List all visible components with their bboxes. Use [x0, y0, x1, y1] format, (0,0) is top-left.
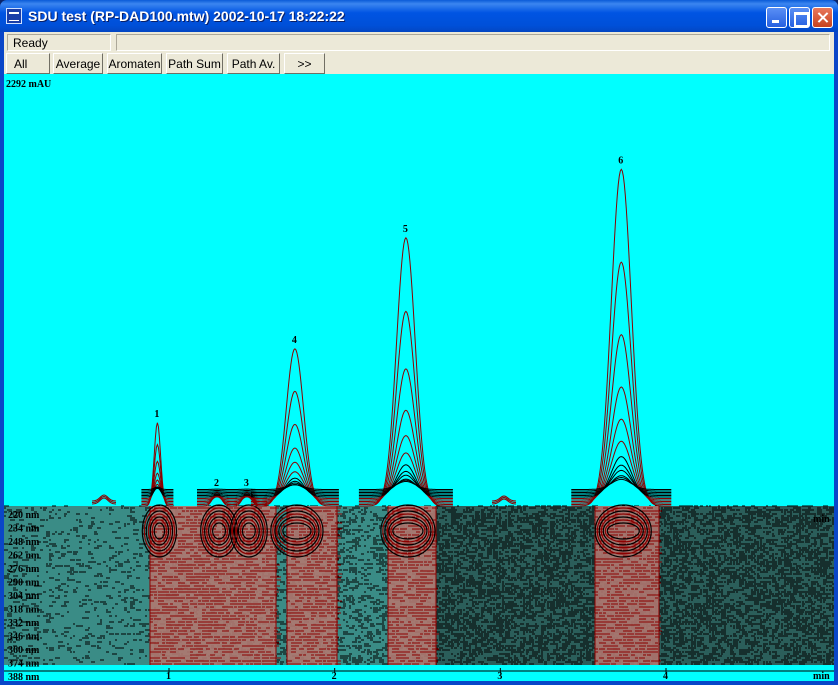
peak-trace	[226, 496, 267, 502]
peak-trace	[571, 469, 672, 495]
status-bar: Ready	[4, 32, 834, 52]
all-button[interactable]: All	[6, 53, 50, 74]
wavelength-label: 388 nm	[8, 672, 40, 681]
peak-label: 4	[292, 335, 297, 346]
more-button[interactable]: >>	[284, 53, 325, 74]
peak-trace	[358, 435, 453, 501]
path-av-button[interactable]: Path Av.	[227, 53, 280, 74]
wavelength-label: 346 nm	[8, 632, 40, 643]
wavelength-label: 374 nm	[8, 659, 40, 670]
maximize-button[interactable]	[789, 7, 810, 28]
minimize-button[interactable]	[766, 7, 787, 28]
peak-label: 6	[618, 155, 623, 166]
x-tick-label: 1	[166, 671, 171, 681]
y-max-label: 2292 mAU	[6, 79, 52, 90]
minor-bump	[491, 496, 517, 503]
status-secondary	[116, 34, 830, 51]
wavelength-label: 360 nm	[8, 645, 40, 656]
peak-trace	[571, 418, 672, 501]
peak-trace	[358, 409, 453, 502]
x-unit-label-bottom: min	[813, 671, 830, 681]
wavelength-label: 234 nm	[8, 524, 40, 535]
wavelength-label: 262 nm	[8, 551, 40, 562]
close-button[interactable]	[812, 7, 833, 28]
chromatogram-svg: 220 nm 234 nm 248 nm 262 nm 276 nm 290 nm 304 …	[4, 155, 834, 681]
app-icon	[6, 8, 22, 24]
x-tick-label: 3	[497, 671, 502, 681]
x-tick-label: 2	[332, 671, 337, 681]
wavelength-label: 318 nm	[8, 605, 40, 616]
peak-trace	[571, 168, 672, 507]
wavelength-label: 304 nm	[8, 591, 40, 602]
peak-trace	[141, 487, 174, 493]
aromaten-button[interactable]: Aromaten	[107, 53, 162, 74]
chromatogram-plot[interactable]: 220 nm 234 nm 248 nm 262 nm 276 nm 290 nm 304 …	[4, 74, 834, 681]
window-title: SDU test (RP-DAD100.mtw) 2002-10-17 18:2…	[28, 8, 345, 24]
peak-trace	[250, 447, 339, 502]
toolbar: All Average Aromaten Path Sum Path Av. >…	[4, 52, 834, 74]
minor-bump	[491, 498, 517, 505]
peak-trace	[358, 481, 453, 490]
peak-trace	[358, 236, 453, 507]
peak-trace	[250, 484, 339, 492]
x-tick-label: 4	[663, 671, 668, 681]
peak-trace	[250, 484, 339, 490]
peak-label: 1	[154, 409, 159, 420]
x-unit-label-top: min	[813, 514, 830, 525]
peak-trace	[571, 261, 672, 505]
peak-trace	[571, 386, 672, 502]
wavelength-label: 290 nm	[8, 578, 40, 589]
minor-bump	[91, 495, 117, 503]
peak-trace	[250, 348, 339, 507]
minor-bump	[91, 497, 117, 505]
wavelength-label: 332 nm	[8, 618, 40, 629]
status-text: Ready	[7, 34, 111, 51]
path-sum-button[interactable]: Path Sum	[166, 53, 223, 74]
wavelength-label: 276 nm	[8, 564, 40, 575]
peak-label: 2	[214, 478, 219, 489]
average-button[interactable]: Average	[53, 53, 103, 74]
peak-label: 5	[403, 224, 408, 235]
peak-label: 3	[244, 478, 249, 489]
wavelength-label: 220 nm	[8, 510, 40, 521]
minor-bump	[491, 495, 517, 502]
peak-trace	[571, 478, 672, 490]
title-bar[interactable]: SDU test (RP-DAD100.mtw) 2002-10-17 18:2…	[0, 0, 838, 32]
peak-trace	[197, 496, 237, 502]
wavelength-label: 248 nm	[8, 537, 40, 548]
